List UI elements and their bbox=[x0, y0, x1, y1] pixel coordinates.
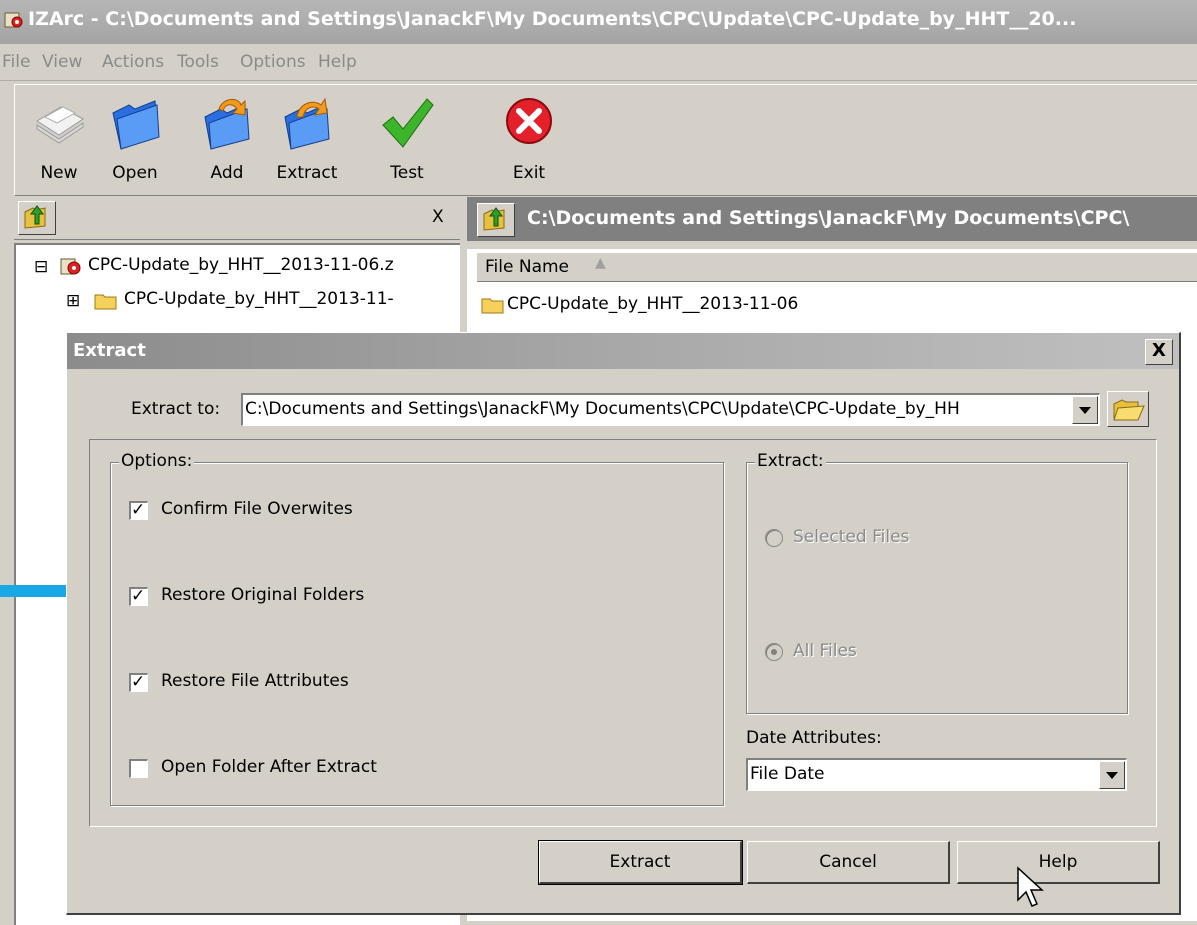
current-path: C:\Documents and Settings\JanackF\My Doc… bbox=[527, 207, 1130, 229]
open-folder-icon bbox=[1113, 399, 1145, 421]
restore-folders-checkbox[interactable]: ✓ bbox=[129, 586, 148, 606]
column-header-label: File Name bbox=[485, 257, 570, 277]
up-folder-icon bbox=[24, 205, 46, 229]
tree-item-archive[interactable]: CPC-Update_by_HHT__2013-11-06.z bbox=[88, 255, 460, 275]
checkmark-icon: ✓ bbox=[131, 500, 146, 520]
dialog-title: Extract bbox=[73, 340, 146, 361]
toolbar: New Open Add Extract Test Exit bbox=[14, 84, 1197, 196]
folder-icon bbox=[94, 294, 117, 310]
browse-folder-button[interactable] bbox=[1107, 391, 1149, 427]
tree-item-folder[interactable]: CPC-Update_by_HHT__2013-11- bbox=[124, 289, 460, 309]
exit-button[interactable]: Exit bbox=[489, 91, 569, 191]
extract-to-label: Extract to: bbox=[131, 399, 221, 419]
new-label: New bbox=[40, 163, 78, 183]
tree-up-button[interactable] bbox=[18, 201, 56, 235]
open-folder-icon bbox=[112, 100, 160, 150]
menu-options[interactable]: Options bbox=[240, 52, 306, 72]
menu-view[interactable]: View bbox=[42, 52, 82, 72]
cancel-button[interactable]: Cancel bbox=[747, 841, 950, 884]
path-bar: C:\Documents and Settings\JanackF\My Doc… bbox=[467, 197, 1197, 241]
options-panel: Options: ✓ Confirm File Overwites ✓ Rest… bbox=[89, 439, 1157, 827]
test-button[interactable]: Test bbox=[367, 91, 447, 191]
izarc-app-icon bbox=[4, 12, 23, 28]
extract-button[interactable]: Extract bbox=[267, 91, 347, 191]
add-folder-icon bbox=[204, 99, 250, 150]
date-attributes-combo[interactable]: File Date bbox=[746, 758, 1127, 791]
new-archive-icon bbox=[36, 106, 84, 144]
test-label: Test bbox=[390, 163, 424, 183]
tree-expander-folder[interactable]: ⊞ bbox=[66, 291, 80, 311]
help-button[interactable]: Help bbox=[957, 841, 1160, 884]
exit-label: Exit bbox=[512, 163, 546, 183]
restore-attributes-label: Restore File Attributes bbox=[161, 671, 349, 691]
add-button[interactable]: Add bbox=[187, 91, 267, 191]
mouse-cursor-icon bbox=[1017, 866, 1044, 907]
confirm-overwrites-label: Confirm File Overwites bbox=[161, 499, 353, 519]
new-button[interactable]: New bbox=[19, 91, 99, 191]
up-folder-icon bbox=[483, 207, 505, 231]
extract-dialog: Extract X Extract to: C:\Documents and S… bbox=[66, 332, 1181, 915]
options-group: Options: ✓ Confirm File Overwites ✓ Rest… bbox=[110, 451, 724, 806]
sort-ascending-icon: ▲ bbox=[595, 255, 606, 271]
selected-files-label: Selected Files bbox=[793, 527, 910, 547]
checkmark-icon bbox=[382, 98, 434, 148]
restore-attributes-checkbox[interactable]: ✓ bbox=[129, 672, 148, 692]
open-folder-after-label: Open Folder After Extract bbox=[161, 757, 377, 777]
exit-icon bbox=[506, 98, 552, 144]
date-attributes-value: File Date bbox=[750, 764, 825, 784]
menu-file[interactable]: File bbox=[2, 52, 30, 72]
open-label: Open bbox=[112, 163, 158, 183]
folder-icon bbox=[481, 298, 504, 314]
extract-label: Extract bbox=[276, 163, 338, 183]
selected-files-radio[interactable] bbox=[765, 529, 783, 547]
all-files-label: All Files bbox=[793, 641, 857, 661]
dialog-title-bar: Extract X bbox=[67, 333, 1179, 369]
menu-actions[interactable]: Actions bbox=[102, 52, 164, 72]
add-label: Add bbox=[210, 163, 244, 183]
column-header-file-name[interactable]: File Name ▲ bbox=[477, 253, 1197, 282]
confirm-overwrites-checkbox[interactable]: ✓ bbox=[129, 500, 148, 520]
extract-to-value: C:\Documents and Settings\JanackF\My Doc… bbox=[245, 399, 960, 419]
dialog-close-button[interactable]: X bbox=[1145, 339, 1173, 365]
extract-folder-icon bbox=[284, 97, 330, 150]
open-folder-after-checkbox[interactable] bbox=[129, 759, 148, 778]
menu-tools[interactable]: Tools bbox=[177, 52, 219, 72]
restore-folders-label: Restore Original Folders bbox=[161, 585, 365, 605]
date-attributes-dropdown-button[interactable] bbox=[1099, 761, 1125, 789]
tree-panel-header: X bbox=[14, 197, 460, 240]
checkmark-icon: ✓ bbox=[131, 672, 146, 692]
file-row[interactable]: CPC-Update_by_HHT__2013-11-06 bbox=[481, 293, 1181, 319]
title-bar: IZArc - C:\Documents and Settings\Janack… bbox=[0, 0, 1197, 44]
close-tree-button[interactable]: X bbox=[432, 207, 444, 227]
extract-to-dropdown-button[interactable] bbox=[1072, 396, 1098, 424]
all-files-radio[interactable] bbox=[765, 643, 783, 661]
open-button[interactable]: Open bbox=[95, 91, 175, 191]
options-group-label: Options: bbox=[119, 451, 195, 471]
tree-expander-root[interactable]: ⊟ bbox=[34, 257, 48, 277]
extract-scope-label: Extract: bbox=[755, 451, 826, 471]
date-attributes-label: Date Attributes: bbox=[746, 728, 882, 748]
archive-icon bbox=[60, 258, 81, 275]
file-name: CPC-Update_by_HHT__2013-11-06 bbox=[507, 294, 799, 314]
menu-help[interactable]: Help bbox=[318, 52, 357, 72]
checkmark-icon: ✓ bbox=[131, 586, 146, 606]
extract-scope-group: Extract: Selected Files All Files bbox=[746, 451, 1128, 714]
extract-to-combo[interactable]: C:\Documents and Settings\JanackF\My Doc… bbox=[241, 393, 1100, 426]
list-up-button[interactable] bbox=[477, 203, 515, 237]
menu-bar: File View Actions Tools Options Help bbox=[0, 46, 1197, 81]
window-title: IZArc - C:\Documents and Settings\Janack… bbox=[28, 8, 1077, 30]
extract-button-dialog[interactable]: Extract bbox=[538, 840, 743, 885]
